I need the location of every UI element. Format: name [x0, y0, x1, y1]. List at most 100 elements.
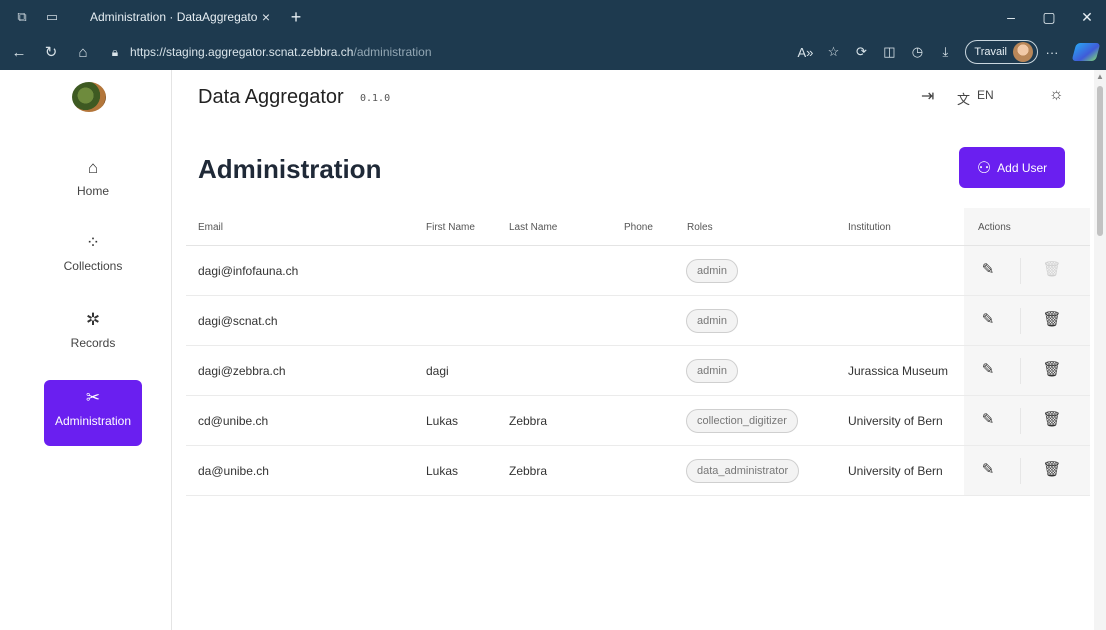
collections-icon: ⁘: [85, 233, 101, 252]
split-screen-icon[interactable]: ◫: [875, 44, 903, 60]
more-menu-icon[interactable]: ···: [1038, 45, 1066, 60]
delete-icon[interactable]: 🗑︎: [1042, 360, 1062, 378]
email-cell: dagi@infofauna.ch: [198, 264, 299, 278]
sidebar-item-label: Records: [70, 336, 116, 350]
page-title: Administration: [198, 154, 382, 184]
minimize-button[interactable]: –: [992, 0, 1030, 34]
tab-title: Administration · DataAggregator: [90, 10, 258, 24]
sidebar-item-records[interactable]: ✲ Records: [44, 302, 142, 368]
history-icon[interactable]: ◷: [903, 44, 931, 60]
institution-cell: University of Bern: [848, 414, 943, 428]
column-header-email: Email: [198, 222, 224, 233]
column-header-last-name: Last Name: [509, 222, 558, 233]
avatar: [1013, 42, 1033, 62]
logout-icon[interactable]: ⇥: [921, 86, 934, 106]
theme-sun-icon[interactable]: ☼: [1049, 86, 1064, 104]
address-field[interactable]: 🔒︎ https://staging.aggregator.scnat.zebb…: [106, 39, 746, 65]
delete-icon[interactable]: 🗑︎: [1042, 410, 1062, 428]
profile-label: Travail: [974, 46, 1007, 58]
email-cell: cd@unibe.ch: [198, 414, 269, 428]
delete-icon[interactable]: 🗑︎: [1042, 310, 1062, 328]
table-row: dagi@scnat.ch admin ✎ 🗑︎: [186, 296, 1090, 346]
table-row: da@unibe.ch Lukas Zebbra data_administra…: [186, 446, 1090, 496]
refresh-icon[interactable]: ↻: [38, 43, 64, 61]
downloads-icon[interactable]: ⤓: [931, 44, 959, 60]
home-browser-icon[interactable]: ⌂: [70, 44, 96, 61]
sidebar-item-administration[interactable]: ✂ Administration: [44, 380, 142, 446]
edit-icon[interactable]: ✎: [978, 310, 998, 328]
sidebar-item-label: Administration: [54, 414, 132, 428]
scroll-up-icon[interactable]: ▲: [1096, 72, 1104, 81]
users-table: Email First Name Last Name Phone Roles I…: [186, 208, 1090, 496]
edit-icon[interactable]: ✎: [978, 410, 998, 428]
edit-icon[interactable]: ✎: [978, 360, 998, 378]
email-cell: da@unibe.ch: [198, 464, 269, 478]
email-cell: dagi@zebbra.ch: [198, 364, 286, 378]
tab-close-icon[interactable]: ×: [258, 9, 274, 25]
column-header-first-name: First Name: [426, 222, 475, 233]
institution-cell: Jurassica Museum: [848, 364, 949, 378]
sidebar-item-label: Home: [76, 184, 109, 198]
institution-cell: University of Bern: [848, 464, 943, 478]
url-host: https://staging.aggregator.scnat.zebbra.…: [130, 45, 354, 59]
sidebar-item-label: Collections: [63, 259, 123, 273]
table-header: Email First Name Last Name Phone Roles I…: [186, 208, 1090, 246]
first-name-cell: Lukas: [426, 414, 459, 428]
role-chip: admin: [686, 359, 738, 383]
role-chip: admin: [686, 309, 738, 333]
table-row: dagi@zebbra.ch dagi admin Jurassica Muse…: [186, 346, 1090, 396]
edit-icon[interactable]: ✎: [978, 460, 998, 478]
actions-divider: [1020, 408, 1021, 434]
add-user-icon: ⚇: [976, 159, 992, 177]
browser-toolbar: ← ↻ ⌂ 🔒︎ https://staging.aggregator.scna…: [0, 34, 1106, 70]
actions-divider: [1020, 358, 1021, 384]
copilot-icon[interactable]: [1071, 43, 1101, 61]
app-logo[interactable]: [72, 82, 106, 112]
new-tab-button[interactable]: +: [284, 7, 308, 28]
tab-actions-icon[interactable]: ▭: [44, 9, 60, 25]
table-row: dagi@infofauna.ch admin ✎ 🗑︎: [186, 246, 1090, 296]
maximize-button[interactable]: ▢: [1030, 0, 1068, 34]
sidebar: ⌂ Home ⁘ Collections ✲ Records ✂ Adminis…: [0, 70, 172, 630]
browser-titlebar: ⧉ ▭ Administration · DataAggregator × + …: [0, 0, 1106, 34]
home-icon: ⌂: [87, 158, 99, 177]
browser-tab[interactable]: Administration · DataAggregator ×: [80, 0, 280, 34]
records-icon: ✲: [85, 310, 101, 329]
role-chip: admin: [686, 259, 738, 283]
read-aloud-icon[interactable]: A»: [791, 45, 819, 60]
last-name-cell: Zebbra: [509, 414, 548, 428]
add-user-label: Add User: [997, 160, 1048, 175]
language-selector[interactable]: EN: [977, 88, 994, 102]
close-window-button[interactable]: ✕: [1068, 0, 1106, 34]
back-icon[interactable]: ←: [6, 44, 32, 61]
page-scrollbar[interactable]: ▲: [1094, 70, 1106, 630]
extensions-icon[interactable]: ⟳: [847, 44, 875, 60]
url-path: /administration: [353, 45, 432, 59]
translate-icon[interactable]: 文: [957, 89, 970, 108]
column-header-institution: Institution: [848, 222, 891, 233]
first-name-cell: dagi: [426, 364, 449, 378]
last-name-cell: Zebbra: [509, 464, 548, 478]
first-name-cell: Lukas: [426, 464, 459, 478]
tools-icon: ✂: [85, 388, 101, 407]
sidebar-item-collections[interactable]: ⁘ Collections: [44, 225, 142, 291]
email-cell: dagi@scnat.ch: [198, 314, 278, 328]
role-chip: collection_digitizer: [686, 409, 798, 433]
lock-icon[interactable]: 🔒︎: [106, 45, 124, 60]
column-header-actions: Actions: [978, 222, 1011, 233]
delete-icon: 🗑︎: [1042, 261, 1062, 278]
edit-icon[interactable]: ✎: [978, 260, 998, 278]
column-header-phone: Phone: [624, 222, 653, 233]
scrollbar-thumb[interactable]: [1097, 86, 1103, 236]
column-header-roles: Roles: [687, 222, 713, 233]
add-user-button[interactable]: ⚇ Add User: [959, 147, 1065, 188]
favorite-star-icon[interactable]: ☆: [819, 44, 847, 60]
role-chip: data_administrator: [686, 459, 800, 483]
app-title: Data Aggregator: [198, 86, 344, 108]
sidebar-item-home[interactable]: ⌂ Home: [44, 150, 142, 216]
delete-icon[interactable]: 🗑︎: [1042, 460, 1062, 478]
workspaces-icon[interactable]: ⧉: [14, 9, 30, 25]
actions-divider: [1020, 258, 1021, 284]
profile-button[interactable]: Travail: [965, 40, 1038, 64]
actions-divider: [1020, 458, 1021, 484]
